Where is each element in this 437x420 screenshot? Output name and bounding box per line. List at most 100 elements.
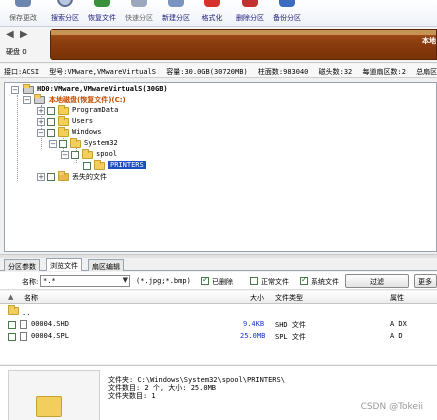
heads-info: 磁头数:32 [318, 68, 353, 76]
sort-ascending-icon[interactable]: ▲ [8, 293, 13, 301]
expand-icon[interactable]: + [37, 107, 45, 115]
tab-partition-params[interactable]: 分区参数 [4, 259, 40, 271]
file-name: 00004.SHD [31, 320, 69, 328]
partition-bar-highlight [51, 30, 436, 35]
file-type: SPL 文件 [275, 333, 306, 341]
tree-checkbox[interactable] [47, 118, 55, 126]
format-label: 格式化 [201, 14, 223, 22]
tree-checkbox[interactable] [47, 129, 55, 137]
folder-icon [58, 105, 69, 115]
deleted-label: 已删除 [212, 278, 233, 286]
new-partition-button[interactable]: 新建分区 [156, 0, 196, 27]
tree-item-label: Windows [72, 128, 102, 136]
normal-files-label: 正常文件 [261, 278, 289, 286]
collapse-icon[interactable]: − [11, 86, 19, 94]
collapse-icon[interactable]: − [49, 140, 57, 148]
chevron-down-icon[interactable]: ▼ [123, 276, 128, 284]
backup-partition-button[interactable]: 备份分区 [267, 0, 307, 27]
normal-files-checkbox[interactable] [250, 277, 258, 285]
recover-file-button[interactable]: 恢复文件 [82, 0, 122, 27]
collapse-icon[interactable]: − [23, 96, 31, 104]
file-icon [20, 320, 27, 329]
quick-partition-label: 快速分区 [125, 14, 153, 22]
file-list-header: ▲ 名称 大小 文件类型 属性 [0, 291, 437, 304]
tree-item-users[interactable]: + Users [37, 116, 237, 127]
expand-icon[interactable]: + [37, 118, 45, 126]
column-size[interactable]: 大小 [250, 293, 264, 303]
table-row[interactable]: 00004.SPL 25.0MB SPL 文件 A D [0, 331, 437, 342]
tab-sector-edit[interactable]: 扇区编辑 [88, 259, 124, 271]
folder-icon [58, 127, 69, 137]
tree-item-label: 丢失的文件 [72, 173, 107, 181]
tab-browse-files[interactable]: 浏览文件 [46, 258, 82, 271]
folder-icon [82, 149, 93, 159]
directory-tree[interactable]: − HD0:VMware,VMwareVirtualS(30GB) − 本地磁盘… [4, 82, 437, 252]
tree-checkbox[interactable] [71, 151, 79, 159]
drive-icon [34, 94, 45, 104]
file-type: SHD 文件 [275, 321, 306, 329]
column-attr[interactable]: 属性 [390, 293, 404, 303]
expand-icon[interactable]: + [37, 173, 45, 181]
tree-item-label: Users [72, 117, 94, 125]
folder-icon [70, 138, 81, 148]
model-info: 型号:VMware,VMwareVirtualS [49, 68, 157, 76]
format-button[interactable]: 格式化 [195, 0, 229, 27]
name-filter-combo[interactable]: *.* ▼ [40, 275, 130, 287]
tree-volume-row[interactable]: − 本地磁盘(恢复文件)(C:) [23, 94, 323, 105]
delete-partition-label: 删除分区 [236, 14, 264, 22]
column-name[interactable]: 名称 [24, 293, 38, 303]
delete-partition-button[interactable]: 删除分区 [230, 0, 270, 27]
tree-item-spool[interactable]: − spool [61, 149, 261, 160]
partition-bar[interactable]: 本地 [50, 29, 437, 60]
tree-item-lost-files[interactable]: + 丢失的文件 [37, 171, 237, 182]
search-partition-label: 搜索分区 [51, 14, 79, 22]
file-list[interactable]: .. 00004.SHD 9.4KB SHD 文件 A DX 00004.SPL… [0, 304, 437, 364]
capacity-info: 容量:30.0GB(30720MB) [166, 68, 248, 76]
search-partition-button[interactable]: 搜索分区 [45, 0, 85, 27]
parent-dir-label: .. [22, 309, 31, 317]
row-checkbox[interactable] [8, 333, 16, 341]
quick-partition-icon [131, 0, 147, 7]
collapse-icon[interactable]: − [37, 129, 45, 137]
deleted-checkbox[interactable] [201, 275, 209, 285]
disk-map: ◀ ▶ 硬盘 0 本地 [0, 27, 437, 63]
tree-checkbox[interactable] [59, 140, 67, 148]
search-partition-icon [57, 0, 73, 7]
parent-dir-row[interactable]: .. [0, 305, 437, 317]
summary-panel: 文件夹: C:\Windows\System32\spool\PRINTERS\… [0, 365, 437, 420]
forward-arrow-icon[interactable]: ▶ [20, 29, 28, 40]
back-arrow-icon[interactable]: ◀ [6, 29, 14, 40]
new-partition-icon [168, 0, 184, 7]
tree-item-windows[interactable]: − Windows [37, 127, 237, 138]
tree-item-system32[interactable]: − System32 [49, 138, 249, 149]
file-size: 9.4KB [243, 320, 265, 328]
total-info: 总扇区 [416, 68, 437, 76]
tree-item-programdata[interactable]: + ProgramData [37, 105, 237, 116]
tree-checkbox[interactable] [47, 173, 55, 181]
name-label: 名称: [22, 278, 39, 286]
tree-checkbox[interactable] [47, 107, 55, 115]
file-attr: A DX [390, 320, 407, 328]
tree-item-printers[interactable]: PRINTERS [83, 160, 283, 171]
system-files-checkbox[interactable] [300, 275, 308, 285]
column-type[interactable]: 文件类型 [275, 293, 303, 303]
quick-partition-button[interactable]: 快速分区 [119, 0, 159, 27]
filter-bar: 名称: *.* ▼ (*.jpg;*.bmp) 已删除 正常文件 系统文件 过滤… [0, 272, 437, 290]
sectors-info: 每道扇区数:2 [362, 68, 406, 76]
disk-label: 硬盘 0 [6, 48, 27, 56]
tree-disk-row[interactable]: − HD0:VMware,VMwareVirtualS(30GB) [11, 84, 311, 95]
save-button[interactable]: 保存更改 [3, 0, 43, 27]
table-row[interactable]: 00004.SHD 9.4KB SHD 文件 A DX [0, 319, 437, 330]
file-size: 25.0MB [240, 332, 266, 340]
tree-item-label: System32 [84, 139, 118, 147]
filter-button[interactable]: 过滤 [345, 274, 409, 288]
row-checkbox[interactable] [8, 321, 16, 329]
tree-checkbox[interactable] [83, 162, 91, 170]
more-button[interactable]: 更多 [414, 274, 437, 288]
partition-label: 本地 [422, 37, 436, 45]
filter-hint: (*.jpg;*.bmp) [136, 277, 191, 285]
backup-partition-icon [279, 0, 295, 7]
name-filter-value: *.* [43, 277, 56, 285]
collapse-icon[interactable]: − [61, 151, 69, 159]
interface-info: 接口:ACSI [4, 68, 40, 76]
